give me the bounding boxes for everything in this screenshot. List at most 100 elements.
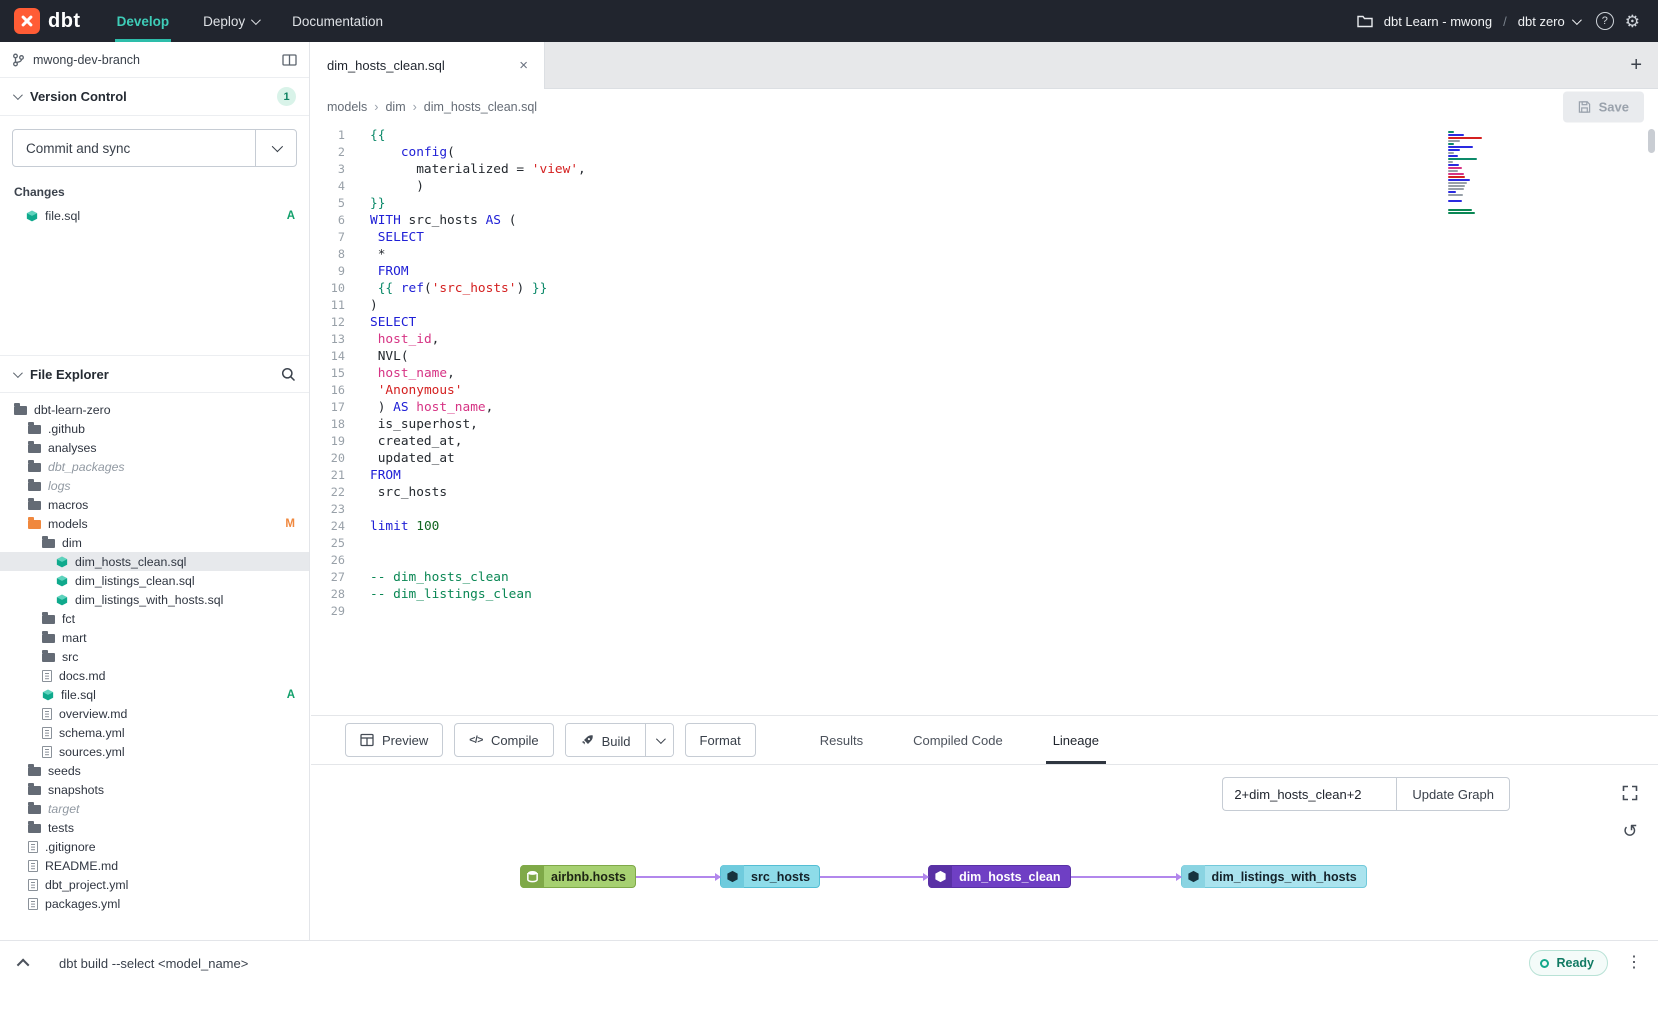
lineage-node-airbnb-hosts[interactable]: airbnb.hosts <box>520 865 636 888</box>
commit-and-sync-button[interactable]: Commit and sync <box>13 130 256 166</box>
code-line[interactable]: 28-- dim_listings_clean <box>311 586 1658 603</box>
update-graph-button[interactable]: Update Graph <box>1396 777 1510 811</box>
expand-panel-button[interactable] <box>16 955 33 972</box>
tab-results[interactable]: Results <box>813 716 870 764</box>
tree-item-target[interactable]: target <box>0 799 309 818</box>
code-line[interactable]: 18 is_superhost, <box>311 416 1658 433</box>
tree-item-dim_listings_with_hosts.sql[interactable]: dim_listings_with_hosts.sql <box>0 590 309 609</box>
code-line[interactable]: 7 SELECT <box>311 229 1658 246</box>
code-line[interactable]: 11) <box>311 297 1658 314</box>
tree-item-dbt_project.yml[interactable]: dbt_project.yml <box>0 875 309 894</box>
tree-item-macros[interactable]: macros <box>0 495 309 514</box>
breadcrumb-item[interactable]: models <box>327 100 367 114</box>
code-line[interactable]: 27-- dim_hosts_clean <box>311 569 1658 586</box>
code-line[interactable]: 20 updated_at <box>311 450 1658 467</box>
fullscreen-icon[interactable] <box>1616 779 1644 807</box>
reset-view-icon[interactable]: ↺ <box>1616 817 1644 845</box>
tree-item-tests[interactable]: tests <box>0 818 309 837</box>
search-icon[interactable] <box>281 367 296 382</box>
code-line[interactable]: 24limit 100 <box>311 518 1658 535</box>
build-options-button[interactable] <box>645 724 673 756</box>
dbt-brand[interactable]: dbt <box>0 8 97 34</box>
code-line[interactable]: 25 <box>311 535 1658 552</box>
code-line[interactable]: 19 created_at, <box>311 433 1658 450</box>
line-number: 17 <box>311 399 361 416</box>
tree-item-README.md[interactable]: README.md <box>0 856 309 875</box>
overflow-menu-icon[interactable]: ⋮ <box>1626 955 1642 971</box>
code-line[interactable]: 14 NVL( <box>311 348 1658 365</box>
code-line[interactable]: 15 host_name, <box>311 365 1658 382</box>
split-view-icon[interactable] <box>282 54 297 66</box>
code-line[interactable]: 16 'Anonymous' <box>311 382 1658 399</box>
tree-item-src[interactable]: src <box>0 647 309 666</box>
code-line[interactable]: 17 ) AS host_name, <box>311 399 1658 416</box>
tree-item-dbt-learn-zero[interactable]: dbt-learn-zero <box>0 400 309 419</box>
tree-item-seeds[interactable]: seeds <box>0 761 309 780</box>
nav-documentation[interactable]: Documentation <box>290 0 385 42</box>
preview-button[interactable]: Preview <box>345 723 443 757</box>
format-button[interactable]: Format <box>685 723 756 757</box>
tree-item-dbt_packages[interactable]: dbt_packages <box>0 457 309 476</box>
close-tab-icon[interactable]: × <box>519 58 528 73</box>
tree-item-mart[interactable]: mart <box>0 628 309 647</box>
node-label: airbnb.hosts <box>544 870 635 884</box>
tree-item-file.sql[interactable]: file.sqlA <box>0 685 309 704</box>
lineage-selector-input[interactable] <box>1222 777 1396 811</box>
account-selector[interactable]: dbt Learn - mwong <box>1384 14 1492 29</box>
build-button[interactable]: Build <box>566 724 645 757</box>
changed-file-row[interactable]: file.sql A <box>0 205 309 227</box>
tree-item-snapshots[interactable]: snapshots <box>0 780 309 799</box>
code-line[interactable]: 26 <box>311 552 1658 569</box>
tree-item-.github[interactable]: .github <box>0 419 309 438</box>
minimap[interactable] <box>1448 131 1488 218</box>
nav-deploy[interactable]: Deploy <box>201 0 260 42</box>
command-input[interactable]: dbt build --select <model_name> <box>59 956 248 971</box>
tree-item-analyses[interactable]: analyses <box>0 438 309 457</box>
code-line[interactable]: 12SELECT <box>311 314 1658 331</box>
lineage-node-dim-listings-with-hosts[interactable]: dim_listings_with_hosts <box>1181 865 1367 888</box>
tree-item-dim[interactable]: dim <box>0 533 309 552</box>
version-control-header[interactable]: Version Control 1 <box>0 78 309 116</box>
compile-button[interactable]: </> Compile <box>454 723 553 757</box>
tree-item-models[interactable]: modelsM <box>0 514 309 533</box>
code-text: * <box>361 246 385 263</box>
tab-compiled-code[interactable]: Compiled Code <box>906 716 1010 764</box>
breadcrumb-item[interactable]: dim_hosts_clean.sql <box>424 100 537 114</box>
editor-tab[interactable]: dim_hosts_clean.sql × <box>311 42 545 89</box>
code-line[interactable]: 8 * <box>311 246 1658 263</box>
code-line[interactable]: 29 <box>311 603 1658 620</box>
commit-options-button[interactable] <box>256 130 296 166</box>
lineage-node-dim-hosts-clean[interactable]: dim_hosts_clean <box>928 865 1070 888</box>
code-line[interactable]: 21FROM <box>311 467 1658 484</box>
code-line[interactable]: 22 src_hosts <box>311 484 1658 501</box>
tree-item-overview.md[interactable]: overview.md <box>0 704 309 723</box>
editor-scrollbar[interactable] <box>1648 129 1655 153</box>
git-status-badge: M <box>285 518 295 530</box>
lineage-node-src-hosts[interactable]: src_hosts <box>720 865 820 888</box>
tree-item-dim_hosts_clean.sql[interactable]: dim_hosts_clean.sql <box>0 552 309 571</box>
settings-gear-icon[interactable]: ⚙ <box>1625 13 1640 30</box>
tree-item-packages.yml[interactable]: packages.yml <box>0 894 309 913</box>
code-line[interactable]: 13 host_id, <box>311 331 1658 348</box>
code-editor[interactable]: 1{{2 config(3 materialized = 'view',4 )5… <box>311 125 1658 715</box>
line-number: 15 <box>311 365 361 382</box>
tab-lineage[interactable]: Lineage <box>1046 716 1106 764</box>
tree-item-sources.yml[interactable]: sources.yml <box>0 742 309 761</box>
code-line[interactable]: 23 <box>311 501 1658 518</box>
code-line[interactable]: 10 {{ ref('src_hosts') }} <box>311 280 1658 297</box>
breadcrumb-item[interactable]: dim <box>385 100 405 114</box>
help-icon[interactable]: ? <box>1596 12 1614 30</box>
file-explorer-header[interactable]: File Explorer <box>0 355 309 393</box>
tree-item-dim_listings_clean.sql[interactable]: dim_listings_clean.sql <box>0 571 309 590</box>
tree-item-.gitignore[interactable]: .gitignore <box>0 837 309 856</box>
code-line[interactable]: 9 FROM <box>311 263 1658 280</box>
tree-item-logs[interactable]: logs <box>0 476 309 495</box>
environment-selector[interactable]: dbt zero <box>1518 14 1579 29</box>
nav-develop[interactable]: Develop <box>115 0 172 42</box>
tree-item-fct[interactable]: fct <box>0 609 309 628</box>
save-button[interactable]: Save <box>1563 92 1644 123</box>
new-tab-button[interactable]: + <box>1630 55 1642 75</box>
tree-item-docs.md[interactable]: docs.md <box>0 666 309 685</box>
tree-item-schema.yml[interactable]: schema.yml <box>0 723 309 742</box>
branch-indicator[interactable]: mwong-dev-branch <box>0 42 309 78</box>
